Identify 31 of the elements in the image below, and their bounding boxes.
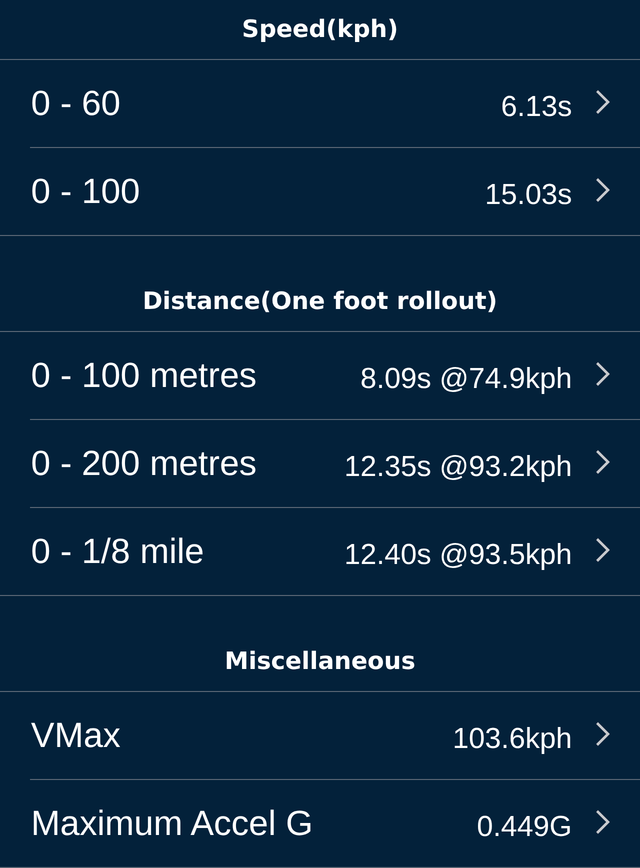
chevron-icon [596,362,610,386]
chevron-icon [596,450,610,474]
list-row[interactable]: 0 - 60 6.13s [0,60,640,148]
row-value: 15.03s [484,178,572,212]
chevron-icon [596,538,610,562]
chevron-icon [596,90,610,114]
list-row[interactable]: 0 - 1/8 mile 12.40s @93.5kph [0,508,640,596]
row-label: 0 - 200 metres [31,444,257,484]
row-label: VMax [31,716,120,756]
chevron-icon [596,178,610,202]
section-title: Distance(One foot rollout) [142,286,498,317]
list-row[interactable]: Maximum Accel G 0.449G [0,780,640,868]
row-value: 8.09s @74.9kph [360,362,572,396]
row-value: 103.6kph [452,722,572,756]
row-label: 0 - 1/8 mile [31,532,204,572]
list-row[interactable]: 0 - 200 metres 12.35s @93.2kph [0,420,640,508]
chevron-icon [596,722,610,746]
section-title: Miscellaneous [224,646,416,677]
row-value: 6.13s [501,90,572,124]
row-value: 0.449G [476,810,572,844]
list-row[interactable]: 0 - 100 metres 8.09s @74.9kph [0,332,640,420]
row-label: Maximum Accel G [31,804,313,844]
row-value: 12.40s @93.5kph [344,538,572,572]
list-row[interactable]: 0 - 100 15.03s [0,148,640,236]
list-row[interactable]: VMax 103.6kph [0,692,640,780]
chevron-icon [596,810,610,834]
row-value: 12.35s @93.2kph [344,450,572,484]
section-title: Speed(kph) [242,14,398,44]
row-label: 0 - 100 metres [31,356,257,396]
row-label: 0 - 60 [31,84,120,124]
row-label: 0 - 100 [31,172,140,212]
